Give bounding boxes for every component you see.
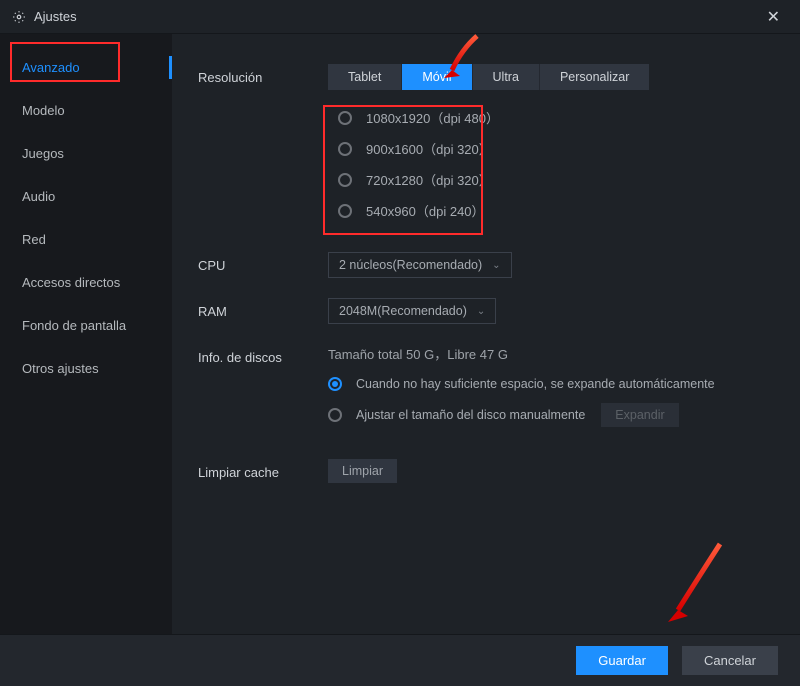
radio-label: 900x1600（dpi 320） [366,139,492,158]
sidebar-item-fondo[interactable]: Fondo de pantalla [0,304,172,347]
clear-cache-button[interactable]: Limpiar [328,459,397,483]
cancel-button[interactable]: Cancelar [682,646,778,675]
tab-personalizar[interactable]: Personalizar [540,64,649,90]
gear-icon [12,10,26,24]
sidebar-item-label: Juegos [22,146,64,161]
content-pane: Resolución Tablet Móvil Ultra Personaliz… [172,34,800,634]
resolution-option-540[interactable]: 540x960（dpi 240） [338,195,639,226]
cpu-label: CPU [198,252,328,273]
save-button[interactable]: Guardar [576,646,668,675]
sidebar-item-label: Accesos directos [22,275,120,290]
radio-label: 1080x1920（dpi 480） [366,108,499,127]
titlebar: Ajustes ✕ [0,0,800,34]
disk-option-auto[interactable]: Cuando no hay suficiente espacio, se exp… [328,377,774,391]
resolution-options: 1080x1920（dpi 480） 900x1600（dpi 320） 720… [328,96,649,232]
footer: Guardar Cancelar [0,634,800,686]
sidebar-item-accesos[interactable]: Accesos directos [0,261,172,304]
sidebar-item-label: Avanzado [22,60,80,75]
resolution-option-1080[interactable]: 1080x1920（dpi 480） [338,102,639,133]
expand-button[interactable]: Expandir [601,403,678,427]
radio-icon [338,111,352,125]
dropdown-value: 2048M(Recomendado) [339,304,467,318]
sidebar-item-otros[interactable]: Otros ajustes [0,347,172,390]
resolution-option-720[interactable]: 720x1280（dpi 320） [338,164,639,195]
radio-label: Cuando no hay suficiente espacio, se exp… [356,377,715,391]
sidebar-item-label: Red [22,232,46,247]
window-title: Ajustes [34,9,77,24]
sidebar-item-audio[interactable]: Audio [0,175,172,218]
tab-tablet[interactable]: Tablet [328,64,402,90]
radio-icon [338,142,352,156]
sidebar-item-label: Modelo [22,103,65,118]
radio-label: Ajustar el tamaño del disco manualmente [356,408,585,422]
sidebar-item-label: Fondo de pantalla [22,318,126,333]
sidebar: Avanzado Modelo Juegos Audio Red Accesos… [0,34,172,634]
cache-label: Limpiar cache [198,459,328,480]
tab-movil[interactable]: Móvil [402,64,472,90]
cpu-dropdown[interactable]: 2 núcleos(Recomendado) ⌄ [328,252,512,278]
ram-dropdown[interactable]: 2048M(Recomendado) ⌄ [328,298,496,324]
radio-icon [338,173,352,187]
radio-icon [338,204,352,218]
sidebar-item-avanzado[interactable]: Avanzado [0,46,172,89]
radio-label: 540x960（dpi 240） [366,201,485,220]
disk-label: Info. de discos [198,344,328,365]
disk-option-manual[interactable]: Ajustar el tamaño del disco manualmente … [328,403,774,427]
ram-label: RAM [198,298,328,319]
radio-icon [328,408,342,422]
chevron-down-icon: ⌄ [477,306,485,317]
disk-summary: Tamaño total 50 G，Libre 47 G [328,344,774,363]
sidebar-item-juegos[interactable]: Juegos [0,132,172,175]
sidebar-item-label: Otros ajustes [22,361,99,376]
close-icon[interactable]: ✕ [759,3,788,31]
resolution-label: Resolución [198,64,328,85]
sidebar-item-modelo[interactable]: Modelo [0,89,172,132]
radio-icon [328,377,342,391]
dropdown-value: 2 núcleos(Recomendado) [339,258,482,272]
sidebar-item-label: Audio [22,189,55,204]
tab-ultra[interactable]: Ultra [473,64,540,90]
sidebar-item-red[interactable]: Red [0,218,172,261]
radio-label: 720x1280（dpi 320） [366,170,492,189]
resolution-option-900[interactable]: 900x1600（dpi 320） [338,133,639,164]
chevron-down-icon: ⌄ [492,260,500,271]
resolution-tabs: Tablet Móvil Ultra Personalizar [328,64,649,90]
